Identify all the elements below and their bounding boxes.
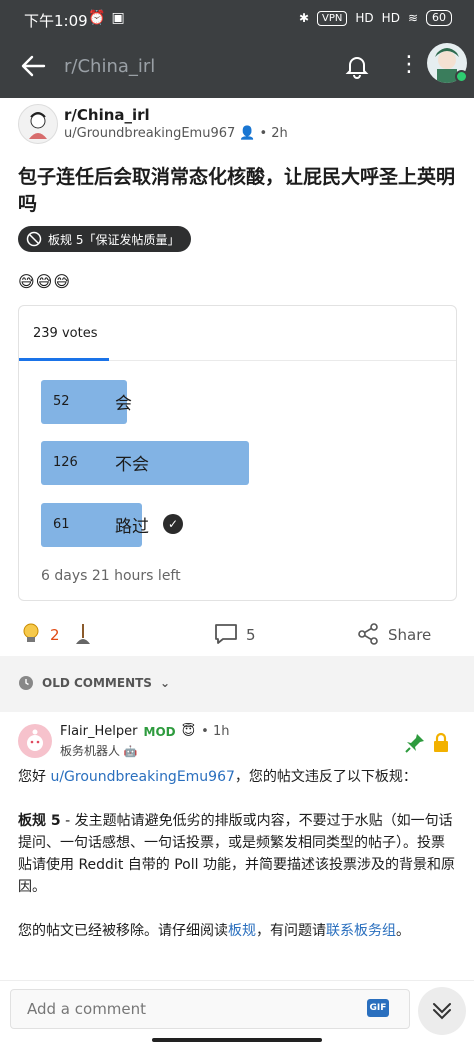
home-indicator	[152, 1038, 322, 1042]
comment-author-flair: 板务机器人 🤖	[60, 744, 138, 758]
poll-option[interactable]: 126 不会	[41, 441, 431, 485]
poll-option-label: 路过	[115, 517, 149, 537]
app-bar: r/China_irl ⋮	[0, 38, 474, 98]
post-author[interactable]: u/GroundbreakingEmu967	[64, 126, 235, 141]
upvote-bulb-icon[interactable]	[20, 622, 42, 646]
share-icon[interactable]	[356, 622, 380, 646]
robot-icon: 🤖	[123, 745, 138, 758]
removed-icon	[26, 231, 42, 247]
status-bar: 下午1:09 ⏰ ▣ ✱ VPN HD HD ≋ 60	[0, 0, 474, 38]
mod-shield-icon: 😇	[181, 724, 196, 739]
comment-age: • 1h	[201, 724, 230, 739]
add-comment-placeholder: Add a comment	[27, 1000, 147, 1018]
online-indicator	[455, 70, 468, 83]
share-button[interactable]: Share	[388, 626, 431, 644]
comment-sort-button[interactable]: OLD COMMENTS ⌄	[18, 675, 170, 691]
post-actions: 2 5 Share	[0, 616, 474, 652]
add-comment-input[interactable]: Add a comment GIF	[10, 989, 410, 1029]
lock-icon	[434, 732, 448, 752]
poll-option[interactable]: 61 路过 ✓	[41, 503, 431, 547]
more-options-icon[interactable]: ⋮	[398, 54, 420, 76]
rule-title: 板规 5	[18, 813, 61, 829]
subreddit-name[interactable]: r/China_irl	[64, 106, 150, 124]
poll-card: 239 votes 52 会 126 不会 61 路过 ✓ 6 days 21 …	[18, 305, 457, 601]
chevron-down-icon: ⌄	[159, 676, 171, 690]
clock-icon	[19, 676, 33, 690]
post-header: r/China_irl u/GroundbreakingEmu967 👤 • 2…	[18, 104, 458, 144]
comment-paragraph-rule: 板规 5 - 发主题帖请避免低劣的排版或内容，不要过于水贴（如一句话提问、一句话…	[18, 813, 455, 895]
person-icon: 👤	[239, 126, 256, 141]
wifi-icon: ≋	[407, 11, 418, 25]
selected-check-icon: ✓	[163, 514, 183, 534]
post-age: • 2h	[259, 126, 288, 141]
subreddit-avatar[interactable]	[18, 104, 58, 144]
comment-paragraph-greeting: 您好 u/GroundbreakingEmu967，您的帖文违反了以下板规：	[18, 769, 417, 785]
status-time: 下午1:09	[24, 12, 88, 30]
comment-author[interactable]: Flair_Helper	[60, 724, 138, 739]
comment-avatar[interactable]	[18, 724, 52, 758]
poll-option[interactable]: 52 会	[41, 380, 431, 424]
next-comment-button[interactable]	[418, 987, 466, 1035]
alarm-icon: ⏰	[88, 10, 106, 26]
post-title: 包子连任后会取消常态化核酸，让屁民大呼圣上英明吗	[18, 166, 456, 215]
appbar-title: r/China_irl	[64, 56, 156, 77]
battery-level: 60	[426, 10, 452, 26]
comment-sort-band: OLD COMMENTS ⌄	[0, 656, 474, 712]
pin-icon	[405, 734, 424, 753]
comment-actions-partial	[0, 968, 474, 980]
signal-2: HD	[381, 11, 400, 25]
poll-tab-indicator	[19, 358, 109, 361]
signal-1: HD	[355, 11, 374, 25]
comment-paragraph-removed: 您的帖文已经被移除。请仔细阅读板规，有问题请联系板务组。	[18, 923, 410, 939]
poll-time-left: 6 days 21 hours left	[41, 568, 181, 584]
double-chevron-down-icon	[433, 1003, 451, 1020]
comment-user-link[interactable]: u/GroundbreakingEmu967	[50, 769, 234, 785]
post-score: 2	[50, 626, 60, 644]
comment-count[interactable]: 5	[246, 626, 256, 644]
poll-option-count: 126	[53, 455, 78, 470]
poll-option-label: 不会	[115, 455, 149, 475]
post-flair[interactable]: 板规 5「保证发帖质量」	[18, 226, 192, 252]
back-arrow-icon[interactable]	[18, 51, 48, 81]
poll-total-votes: 239 votes	[33, 326, 98, 341]
contact-mods-link[interactable]: 联系板务组	[326, 923, 396, 939]
bell-icon[interactable]	[344, 53, 370, 79]
flair-label: 板规 5「保证发帖质量」	[48, 232, 180, 247]
comment-body: 您好 u/GroundbreakingEmu967，您的帖文违反了以下板规： 板…	[18, 766, 458, 964]
mod-badge: MOD	[143, 724, 176, 739]
poll-option-count: 61	[53, 517, 70, 532]
rules-link[interactable]: 板规	[228, 923, 256, 939]
vpn-badge: VPN	[317, 10, 348, 26]
downvote-plunger-icon[interactable]	[74, 622, 92, 646]
comment-sort-label: OLD COMMENTS	[42, 676, 152, 690]
notification-icon: ▣	[111, 10, 125, 26]
poll-option-count: 52	[53, 394, 70, 409]
gif-button[interactable]: GIF	[367, 999, 389, 1017]
comment-composer-bar: Add a comment GIF	[0, 980, 474, 1054]
post-body-emojis: 😅😅😅	[18, 272, 72, 291]
poll-option-label: 会	[115, 394, 132, 414]
bluetooth-icon: ✱	[298, 11, 310, 25]
comment-icon[interactable]	[213, 622, 239, 646]
